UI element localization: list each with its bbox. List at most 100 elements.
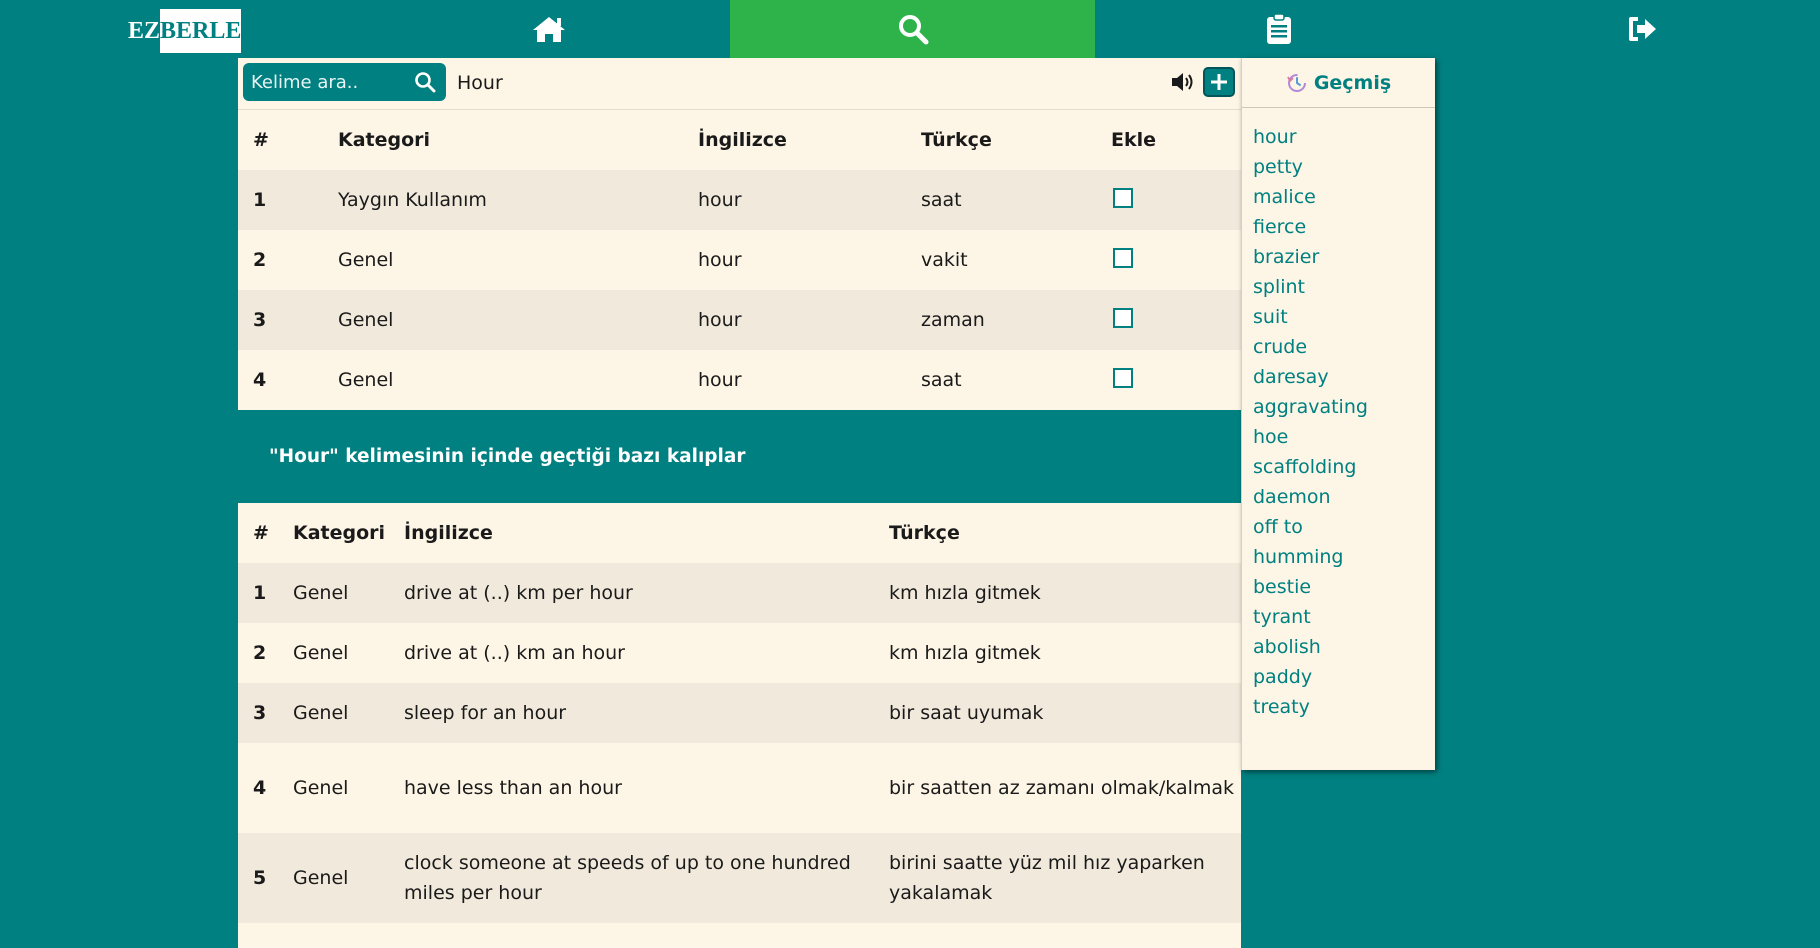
add-checkbox[interactable] [1113, 247, 1133, 268]
history-item[interactable]: daemon [1242, 482, 1435, 512]
row-english: hour [698, 369, 742, 391]
add-checkbox[interactable] [1113, 367, 1133, 388]
table-row: 2 Genel hour vakit [238, 230, 1241, 290]
row-category: Genel [338, 249, 394, 271]
patterns-heading: "Hour" kelimesinin içinde geçtiği bazı k… [238, 410, 1241, 503]
table-row: 1 Yaygın Kullanım hour saat [238, 170, 1241, 230]
history-item[interactable]: petty [1242, 152, 1435, 182]
history-item[interactable]: abolish [1242, 632, 1435, 662]
row-number: 1 [238, 563, 293, 623]
col-add: Ekle [1111, 129, 1157, 151]
row-category: Genel [338, 369, 394, 391]
table-row: 5 Genel clock someone at speeds of up to… [238, 833, 1241, 923]
history-item[interactable]: malice [1242, 182, 1435, 212]
patterns-table: # Kategori İngilizce Türkçe 1 Genel driv… [238, 503, 1241, 923]
add-cell [1111, 350, 1241, 410]
history-item[interactable]: hoe [1242, 422, 1435, 452]
row-number: 2 [253, 642, 267, 664]
history-item[interactable]: treaty [1242, 692, 1435, 722]
row-number: 4 [253, 369, 267, 391]
clipboard-icon [1266, 13, 1291, 44]
logo-text-box: BERLE [160, 9, 242, 53]
top-navbar: EZ BERLE [0, 0, 1820, 58]
history-list: hour petty malice fierce brazier splint … [1242, 108, 1435, 722]
history-item[interactable]: scaffolding [1242, 452, 1435, 482]
row-english: sleep for an hour [404, 683, 889, 743]
history-item[interactable]: bestie [1242, 572, 1435, 602]
row-turkish: birini saatte yüz mil hız yaparken yakal… [889, 833, 1241, 923]
results-table: # Kategori İngilizce Türkçe Ekle 1 Yaygı… [238, 110, 1241, 410]
speaker-icon [1172, 73, 1193, 91]
add-cell [1111, 290, 1241, 350]
history-item[interactable]: fierce [1242, 212, 1435, 242]
nav-logout-button[interactable] [1605, 0, 1678, 58]
col-number: # [253, 522, 269, 544]
history-item[interactable]: humming [1242, 542, 1435, 572]
search-icon [415, 72, 436, 93]
nav-search-button[interactable] [730, 0, 1095, 58]
history-item[interactable]: tyrant [1242, 602, 1435, 632]
history-item[interactable]: brazier [1242, 242, 1435, 272]
row-number: 3 [238, 683, 293, 743]
history-item[interactable]: aggravating [1242, 392, 1435, 422]
search-submit-button[interactable] [414, 71, 436, 98]
row-number: 4 [253, 777, 267, 799]
row-category: Yaygın Kullanım [338, 170, 698, 230]
row-english: hour [698, 170, 921, 230]
row-english: hour [698, 290, 921, 350]
row-turkish: zaman [921, 290, 1111, 350]
row-turkish: km hızla gitmek [889, 642, 1041, 664]
table-row: 2 Genel drive at (..) km an hour km hızl… [238, 623, 1241, 683]
search-input[interactable] [243, 65, 411, 99]
history-item[interactable]: hour [1242, 122, 1435, 152]
search-icon [898, 15, 928, 45]
row-turkish: bir saatten az zamanı olmak/kalmak [889, 777, 1235, 799]
add-word-button[interactable] [1203, 67, 1235, 97]
history-item[interactable]: off to [1242, 512, 1435, 542]
logo-text-left: EZ [128, 17, 161, 44]
col-turkish: Türkçe [921, 129, 992, 151]
search-box [243, 63, 446, 101]
nav-home-button[interactable] [512, 0, 585, 58]
add-cell [1111, 230, 1241, 290]
table-row: 4 Genel have less than an hour bir saatt… [238, 743, 1241, 833]
table-row: 1 Genel drive at (..) km per hour km hız… [238, 563, 1241, 623]
col-english: İngilizce [698, 129, 787, 151]
row-turkish: saat [921, 170, 1111, 230]
home-icon [532, 17, 565, 42]
history-item[interactable]: splint [1242, 272, 1435, 302]
add-checkbox[interactable] [1113, 187, 1133, 208]
row-english: clock someone at speeds of up to one hun… [404, 833, 889, 923]
col-category: Kategori [338, 129, 431, 151]
history-item[interactable]: paddy [1242, 662, 1435, 692]
patterns-header-row: # Kategori İngilizce Türkçe [238, 503, 1241, 563]
row-number: 2 [253, 249, 267, 271]
row-category: Genel [293, 833, 404, 923]
row-turkish: bir saat uyumak [889, 683, 1241, 743]
row-english: have less than an hour [404, 777, 622, 799]
ezberle-logo[interactable]: EZ BERLE [128, 9, 242, 53]
table-row: 4 Genel hour saat [238, 350, 1241, 410]
row-number: 5 [238, 833, 293, 923]
table-row: 3 Genel hour zaman [238, 290, 1241, 350]
row-category: Genel [338, 290, 698, 350]
row-turkish: saat [921, 369, 962, 391]
history-header: Geçmiş [1242, 58, 1435, 108]
results-header-row: # Kategori İngilizce Türkçe Ekle [238, 110, 1241, 170]
history-item[interactable]: daresay [1242, 362, 1435, 392]
row-turkish: vakit [921, 249, 968, 271]
history-item[interactable]: suit [1242, 302, 1435, 332]
row-english: drive at (..) km an hour [404, 642, 625, 664]
pronounce-button[interactable] [1170, 71, 1196, 98]
row-english: hour [698, 249, 742, 271]
row-english: drive at (..) km per hour [404, 563, 889, 623]
nav-notes-button[interactable] [1242, 0, 1315, 58]
sign-out-icon [1628, 17, 1656, 41]
search-bar: Hour [238, 58, 1241, 110]
add-checkbox[interactable] [1113, 307, 1133, 328]
row-number: 3 [238, 290, 338, 350]
history-item[interactable]: crude [1242, 332, 1435, 362]
main-panel: Hour # Kategori İngilizce Türkçe Ekle [238, 58, 1241, 948]
history-panel: Geçmiş hour petty malice fierce brazier … [1241, 58, 1435, 770]
row-category: Genel [293, 777, 349, 799]
